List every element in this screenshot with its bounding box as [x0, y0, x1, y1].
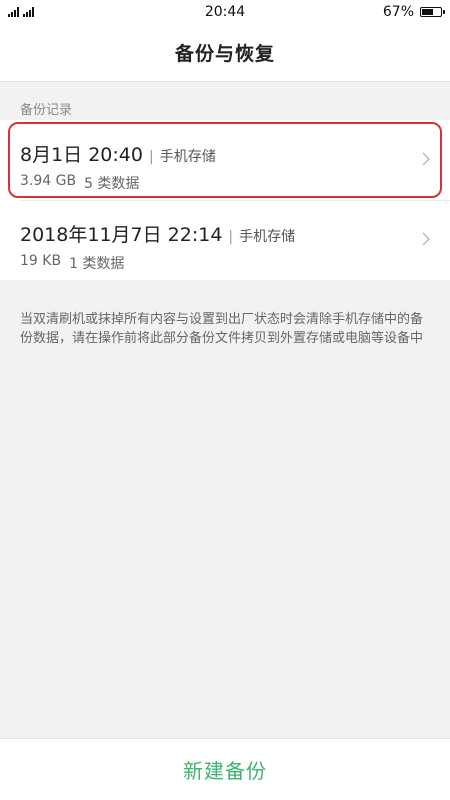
- signal-strength-icon: [8, 7, 19, 17]
- backup-item-details: 3.94 GB 5 类数据: [20, 173, 430, 193]
- backup-item-location: 手机存储: [159, 149, 216, 165]
- backup-item-1[interactable]: 8月1日 20:40 | 手机存储 3.94 GB 5 类数据: [0, 120, 450, 200]
- backup-list: 8月1日 20:40 | 手机存储 3.94 GB 5 类数据 2018年11月…: [0, 120, 450, 280]
- backup-item-location: 手机存储: [239, 229, 296, 245]
- backup-item-title: 2018年11月7日 22:14: [20, 224, 223, 246]
- new-backup-button[interactable]: 新建备份: [183, 755, 267, 784]
- network-indicators: [8, 7, 128, 17]
- page-title: 备份与恢复: [174, 43, 275, 65]
- backup-item-size: 3.94 GB: [20, 173, 77, 189]
- backup-restore-screen: 20:44 67% 备份与恢复 备份记录 8月1日 20:40 | 手机存储 3…: [0, 0, 450, 800]
- backup-item-title-row: 8月1日 20:40 | 手机存储: [20, 140, 430, 167]
- backup-item-separator: |: [148, 149, 154, 165]
- signal-strength-icon-2: [23, 7, 34, 17]
- backup-item-title-row: 2018年11月7日 22:14 | 手机存储: [20, 220, 430, 247]
- backup-item-count: 5 类数据: [84, 176, 140, 192]
- backup-item-2[interactable]: 2018年11月7日 22:14 | 手机存储 19 KB 1 类数据: [0, 200, 450, 280]
- backup-item-size: 19 KB: [20, 253, 62, 269]
- battery-fill: [422, 9, 434, 15]
- page-header: 备份与恢复: [0, 24, 450, 82]
- battery-percent: 67%: [382, 4, 414, 20]
- backup-item-details: 19 KB 1 类数据: [20, 253, 430, 273]
- battery-status: 67%: [322, 4, 445, 20]
- chevron-right-icon: [422, 152, 430, 166]
- backup-item-title: 8月1日 20:40: [20, 144, 143, 166]
- status-time: 20:44: [204, 4, 246, 20]
- chevron-right-icon: [422, 232, 430, 246]
- backup-item-count: 1 类数据: [69, 256, 125, 272]
- battery-icon: [420, 7, 445, 17]
- backup-warning-note: 当双清刷机或抹掉所有内容与设置到出厂状态时会清除手机存储中的备份数据，请在操作前…: [20, 312, 424, 346]
- backup-item-separator: |: [228, 229, 234, 245]
- section-label-backup-records: 备份记录: [20, 103, 73, 118]
- status-bar: 20:44 67%: [0, 0, 450, 24]
- bottom-action-bar: 新建备份: [0, 738, 450, 800]
